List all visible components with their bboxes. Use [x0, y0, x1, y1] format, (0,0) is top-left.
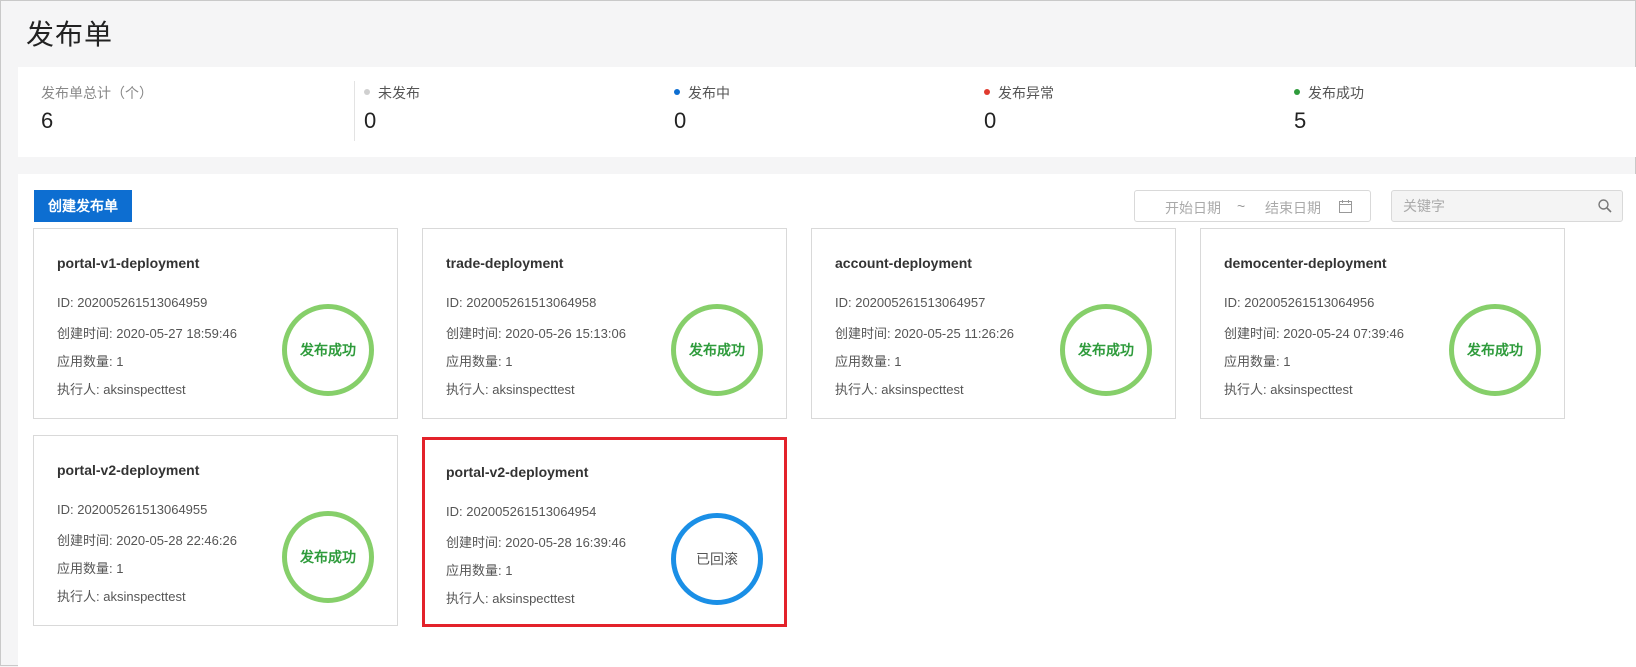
- search-input[interactable]: [1393, 192, 1583, 220]
- stat-error-label: 发布异常: [998, 85, 1054, 101]
- deployment-app-count: 应用数量: 1: [446, 354, 513, 369]
- deployment-app-count: 应用数量: 1: [446, 563, 513, 578]
- deployment-created-time: 创建时间: 2020-05-27 18:59:46: [57, 326, 237, 341]
- status-badge: 发布成功: [282, 304, 374, 396]
- deployment-card[interactable]: portal-v1-deployment ID: 202005261513064…: [33, 228, 398, 419]
- status-dot-icon: [1294, 89, 1300, 96]
- deployment-card[interactable]: trade-deployment ID: 202005261513064958 …: [422, 228, 787, 419]
- deployment-created-time: 创建时间: 2020-05-24 07:39:46: [1224, 326, 1404, 341]
- stats-divider: [354, 81, 355, 141]
- create-deployment-button[interactable]: 创建发布单: [34, 190, 132, 222]
- stat-success-label: 发布成功: [1308, 85, 1364, 101]
- status-dot-icon: [364, 89, 370, 96]
- status-badge: 发布成功: [282, 511, 374, 603]
- deployment-executor: 执行人: aksinspecttest: [1224, 382, 1353, 397]
- deployment-created-time: 创建时间: 2020-05-28 16:39:46: [446, 535, 626, 550]
- deployment-card[interactable]: portal-v2-deployment ID: 202005261513064…: [33, 435, 398, 626]
- deployment-app-count: 应用数量: 1: [1224, 354, 1291, 369]
- stats-bar: 发布单总计（个） 6 未发布 0 发布中 0 发布异常 0 发布成功 5: [18, 67, 1636, 157]
- deployment-id: ID: 202005261513064956: [1224, 295, 1375, 310]
- stat-unpublished-label: 未发布: [378, 85, 420, 101]
- app-frame: 发布单 发布单总计（个） 6 未发布 0 发布中 0 发布异常 0 发布成功 5…: [0, 0, 1636, 667]
- status-badge-rollback: 已回滚: [671, 513, 763, 605]
- deployment-created-time: 创建时间: 2020-05-28 22:46:26: [57, 533, 237, 548]
- deployment-id: ID: 202005261513064959: [57, 295, 208, 310]
- page-title: 发布单: [26, 19, 114, 50]
- status-badge: 发布成功: [1060, 304, 1152, 396]
- deployment-list-panel: 创建发布单 开始日期 ~ 结束日期 portal-v1-deployment I…: [18, 174, 1636, 667]
- deployment-name[interactable]: portal-v2-deployment: [57, 462, 199, 478]
- deployment-app-count: 应用数量: 1: [835, 354, 902, 369]
- deployment-name[interactable]: account-deployment: [835, 255, 972, 271]
- stat-total-value: 6: [41, 108, 54, 133]
- deployment-created-time: 创建时间: 2020-05-25 11:26:26: [835, 326, 1014, 341]
- keyword-search: [1391, 190, 1623, 222]
- deployment-id: ID: 202005261513064954: [446, 504, 597, 519]
- calendar-icon[interactable]: [1339, 200, 1352, 216]
- deployment-id: ID: 202005261513064955: [57, 502, 208, 517]
- deployment-executor: 执行人: aksinspecttest: [835, 382, 964, 397]
- stat-publishing-label: 发布中: [688, 85, 730, 101]
- status-badge: 发布成功: [1449, 304, 1541, 396]
- deployment-name[interactable]: democenter-deployment: [1224, 255, 1387, 271]
- deployment-name[interactable]: portal-v2-deployment: [446, 464, 588, 480]
- deployment-card[interactable]: democenter-deployment ID: 20200526151306…: [1200, 228, 1565, 419]
- stat-unpublished-value: 0: [364, 108, 377, 133]
- stat-error-value: 0: [984, 108, 997, 133]
- date-end-input[interactable]: 结束日期: [1265, 198, 1321, 218]
- deployment-card[interactable]: account-deployment ID: 20200526151306495…: [811, 228, 1176, 419]
- deployment-card-highlighted[interactable]: portal-v2-deployment ID: 202005261513064…: [422, 437, 787, 627]
- deployment-name[interactable]: trade-deployment: [446, 255, 563, 271]
- deployment-id: ID: 202005261513064957: [835, 295, 986, 310]
- search-icon[interactable]: [1598, 199, 1612, 218]
- status-dot-icon: [984, 89, 990, 96]
- date-start-input[interactable]: 开始日期: [1165, 198, 1221, 218]
- deployment-app-count: 应用数量: 1: [57, 561, 124, 576]
- stat-total-label: 发布单总计（个）: [41, 85, 153, 101]
- deployment-created-time: 创建时间: 2020-05-26 15:13:06: [446, 326, 626, 341]
- stat-publishing-value: 0: [674, 108, 687, 133]
- deployment-executor: 执行人: aksinspecttest: [57, 382, 186, 397]
- status-badge: 发布成功: [671, 304, 763, 396]
- status-dot-icon: [674, 89, 680, 96]
- date-range-picker[interactable]: 开始日期 ~ 结束日期: [1134, 190, 1371, 222]
- deployment-app-count: 应用数量: 1: [57, 354, 124, 369]
- deployment-executor: 执行人: aksinspecttest: [446, 591, 575, 606]
- date-separator: ~: [1237, 198, 1246, 214]
- deployment-executor: 执行人: aksinspecttest: [446, 382, 575, 397]
- deployment-id: ID: 202005261513064958: [446, 295, 597, 310]
- stat-success-value: 5: [1294, 108, 1307, 133]
- deployment-executor: 执行人: aksinspecttest: [57, 589, 186, 604]
- deployment-name[interactable]: portal-v1-deployment: [57, 255, 199, 271]
